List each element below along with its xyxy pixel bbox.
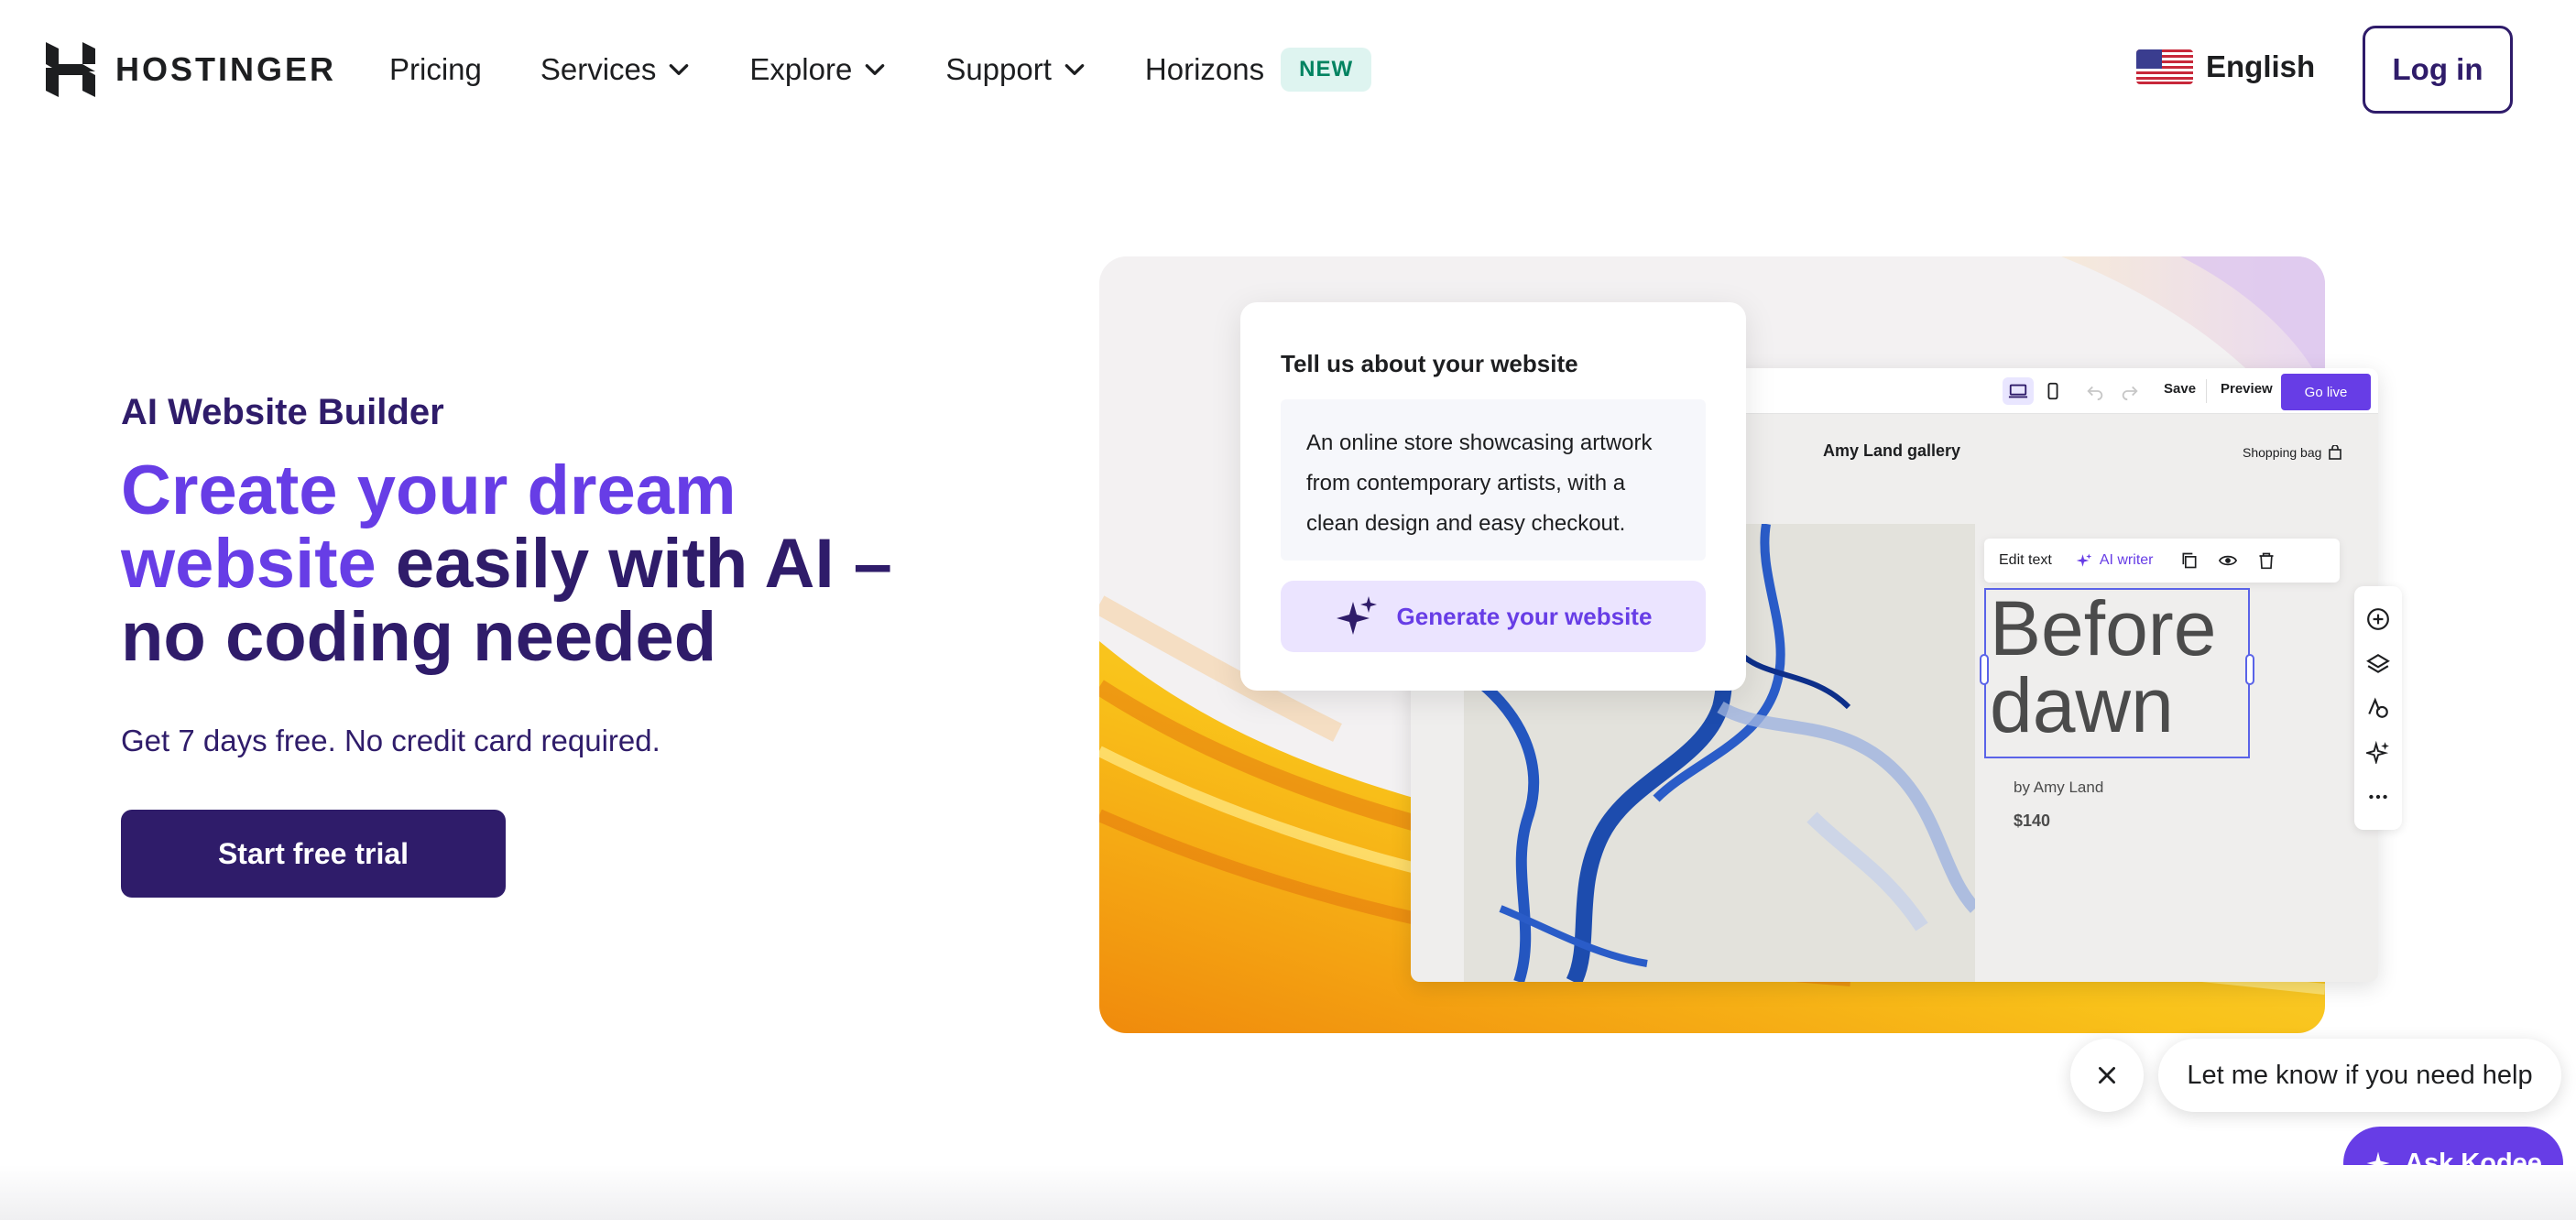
help-message-bubble[interactable]: Let me know if you need help — [2158, 1039, 2561, 1112]
undo-icon — [2087, 386, 2103, 401]
resize-handle-right[interactable] — [2245, 654, 2254, 685]
context-actions — [2180, 551, 2276, 570]
redo-button[interactable] — [2114, 377, 2145, 405]
hero-subtext: Get 7 days free. No credit card required… — [121, 724, 660, 757]
ai-writer-button[interactable]: AI writer — [2076, 552, 2154, 569]
hero-headline: Create your dream website easily with AI… — [121, 454, 945, 674]
prompt-card-title: Tell us about your website — [1281, 350, 1578, 377]
chevron-down-icon — [866, 64, 885, 75]
toolbar-divider — [2206, 379, 2207, 403]
ai-writer-label: AI writer — [2099, 552, 2154, 568]
sparkles-icon — [2076, 553, 2092, 567]
close-chat-button[interactable] — [2070, 1039, 2144, 1112]
sparkles-icon — [1336, 596, 1377, 635]
site-header: HOSTINGER Pricing Services Explore Suppo… — [0, 0, 2576, 139]
shopping-bag-label: Shopping bag — [2243, 445, 2322, 460]
chevron-down-icon — [670, 64, 689, 75]
hero-eyebrow: AI Website Builder — [121, 392, 444, 432]
site-name: Amy Land gallery — [1823, 441, 1961, 460]
trash-icon[interactable] — [2257, 551, 2276, 570]
desktop-icon — [2008, 384, 2028, 398]
eye-icon[interactable] — [2219, 551, 2238, 570]
nav-horizons-label: Horizons — [1144, 52, 1265, 86]
artwork-title-textbox[interactable]: Before dawn — [1984, 588, 2250, 758]
more-options-icon[interactable] — [2366, 785, 2390, 809]
hostinger-logo-icon — [46, 42, 95, 97]
nav-horizons[interactable]: Horizons NEW — [1144, 48, 1372, 92]
redo-icon — [2122, 386, 2138, 401]
generate-website-label: Generate your website — [1396, 602, 1653, 630]
nav-services-label: Services — [540, 52, 657, 86]
login-button[interactable]: Log in — [2363, 26, 2513, 114]
layers-icon[interactable] — [2366, 652, 2390, 676]
mobile-icon — [2047, 382, 2058, 400]
resize-handle-left[interactable] — [1980, 654, 1989, 685]
add-element-icon[interactable] — [2366, 607, 2390, 631]
close-icon — [2099, 1067, 2115, 1084]
edit-text-button[interactable]: Edit text — [1999, 552, 2052, 569]
desktop-view-button[interactable] — [2003, 377, 2034, 405]
nav-explore-label: Explore — [749, 52, 853, 86]
nav-support-label: Support — [945, 52, 1052, 86]
save-button[interactable]: Save — [2164, 381, 2196, 397]
styles-icon[interactable] — [2366, 696, 2390, 720]
chevron-down-icon — [1064, 64, 1085, 75]
nav-support[interactable]: Support — [945, 52, 1086, 87]
next-section-edge — [0, 1165, 2576, 1220]
editor-side-toolbar — [2354, 586, 2402, 830]
duplicate-icon[interactable] — [2180, 551, 2199, 570]
generate-website-button[interactable]: Generate your website — [1281, 581, 1706, 652]
us-flag-icon — [2136, 49, 2193, 84]
ai-tools-icon[interactable] — [2366, 740, 2390, 765]
website-prompt-card: Tell us about your website An online sto… — [1240, 302, 1746, 691]
undo-button[interactable] — [2079, 377, 2111, 405]
hostinger-logo[interactable]: HOSTINGER — [46, 42, 336, 97]
website-description-input[interactable]: An online store showcasing artwork from … — [1281, 399, 1706, 561]
nav-services[interactable]: Services — [540, 52, 692, 87]
language-selector[interactable]: English — [2136, 49, 2315, 84]
new-badge: NEW — [1281, 48, 1372, 92]
shopping-bag-link[interactable]: Shopping bag — [2243, 445, 2342, 460]
language-label: English — [2206, 49, 2316, 83]
nav-explore[interactable]: Explore — [749, 52, 887, 87]
logo-wordmark: HOSTINGER — [115, 50, 337, 88]
nav-pricing-label: Pricing — [389, 52, 482, 86]
main-nav: Pricing Services Explore Support Horizon… — [389, 48, 1430, 92]
artwork-price: $140 — [2014, 812, 2051, 830]
text-context-toolbar: Edit text AI writer — [1984, 539, 2340, 583]
nav-pricing[interactable]: Pricing — [389, 52, 482, 87]
preview-button[interactable]: Preview — [2221, 381, 2273, 397]
go-live-button[interactable]: Go live — [2281, 374, 2371, 410]
start-free-trial-button[interactable]: Start free trial — [121, 810, 506, 898]
mobile-view-button[interactable] — [2037, 377, 2068, 405]
bag-icon — [2329, 445, 2342, 460]
artwork-author: by Amy Land — [2014, 779, 2104, 796]
